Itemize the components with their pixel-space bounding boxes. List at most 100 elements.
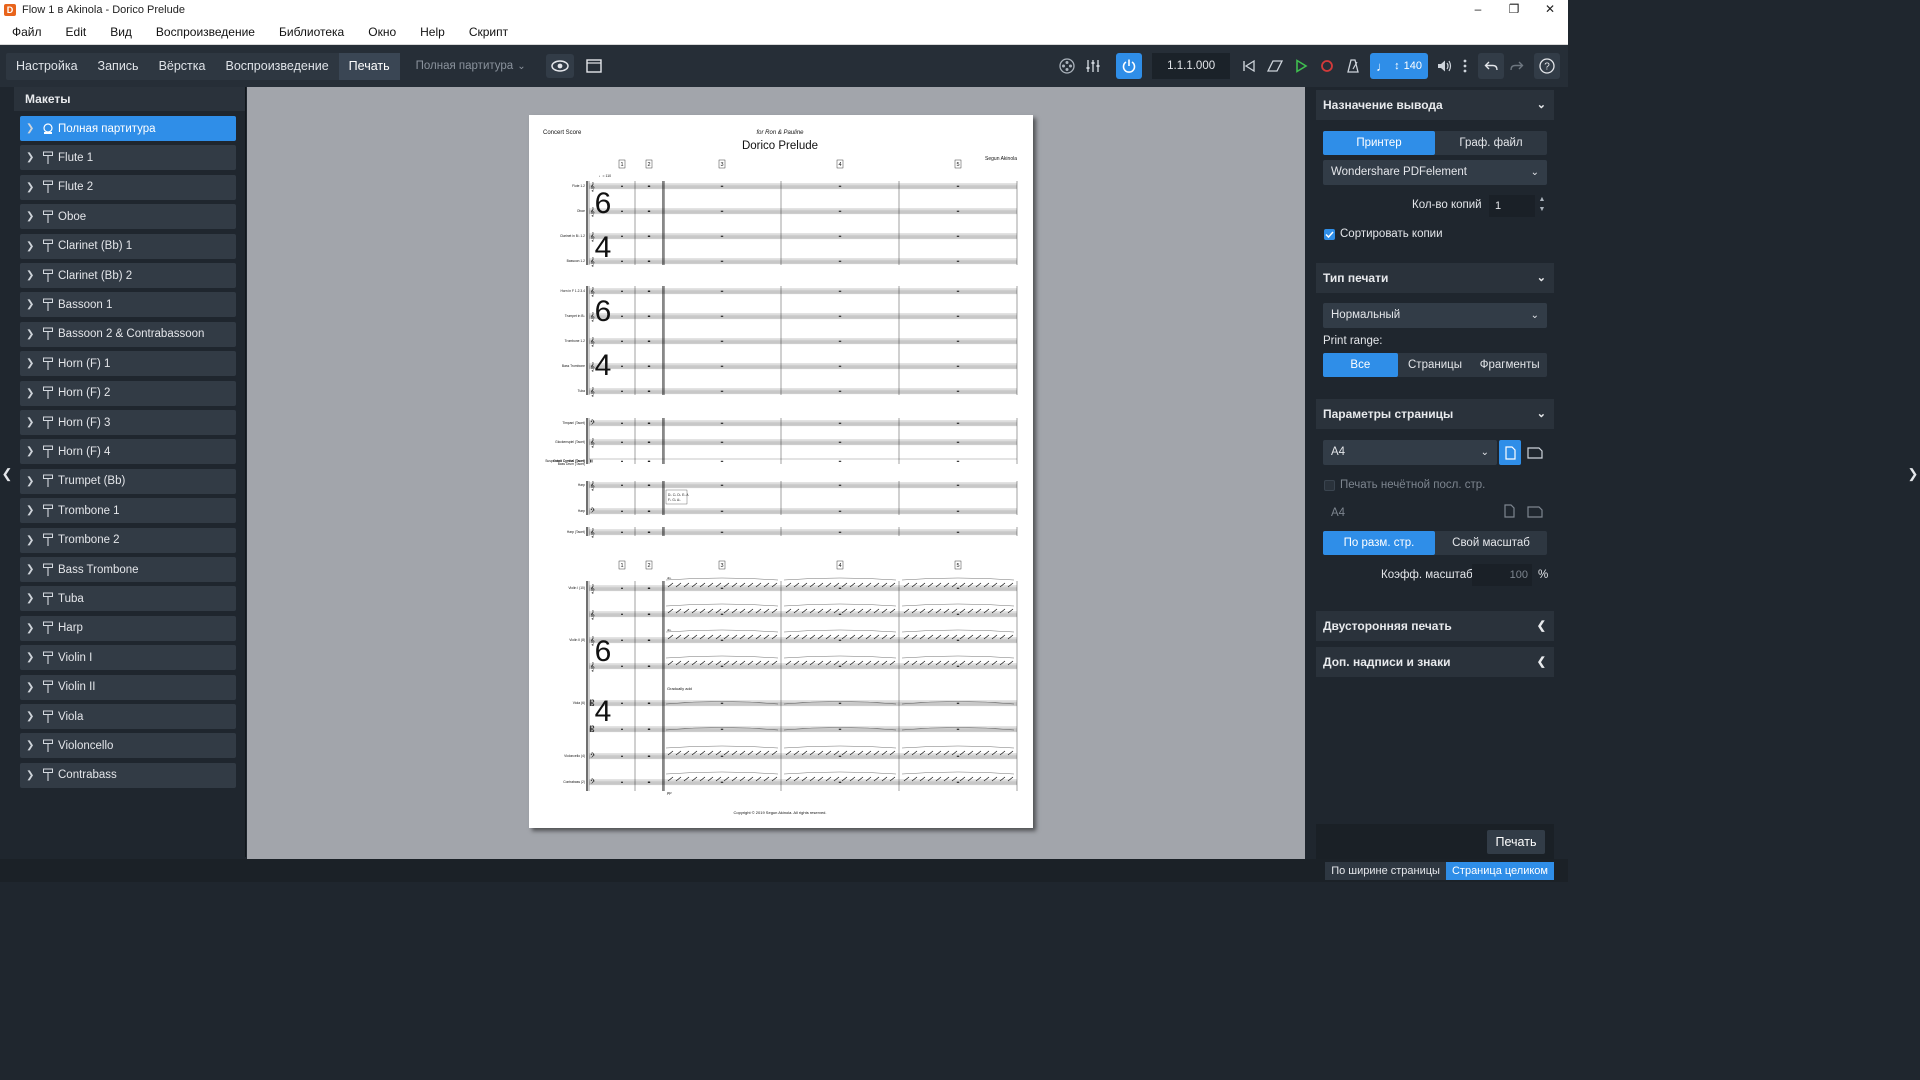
collapse-right-panel-icon[interactable]: ❯ [1906,466,1920,482]
tab-engrave[interactable]: Вёрстка [149,53,216,80]
layout-item[interactable]: ❯ Violin I [20,645,236,671]
chevron-right-icon[interactable]: ❯ [26,358,40,369]
menu-playback[interactable]: Воспроизведение [144,19,267,45]
layout-item[interactable]: ❯ Horn (F) 3 [20,410,236,435]
collapse-left-panel-icon[interactable]: ❮ [0,466,14,482]
menu-file[interactable]: Файл [0,19,54,45]
menu-view[interactable]: Вид [98,19,144,45]
chevron-right-icon[interactable]: ❯ [26,505,40,516]
menu-window[interactable]: Окно [356,19,408,45]
metronome-icon[interactable] [1340,53,1366,79]
chevron-right-icon[interactable]: ❯ [26,535,40,546]
odd-pages-checkbox[interactable] [1324,480,1335,491]
layout-selector[interactable]: Полная партитура ⌄ [416,60,526,72]
print-type-section-header[interactable]: Тип печати ⌄ [1316,263,1554,293]
more-options-icon[interactable] [1458,53,1472,79]
range-all-button[interactable]: Все [1323,353,1398,377]
graphics-file-button[interactable]: Граф. файл [1435,131,1547,155]
chevron-right-icon[interactable]: ❯ [26,388,40,399]
tempo-display[interactable]: ♩ ↕ 140 [1370,53,1428,79]
custom-scale-button[interactable]: Свой масштаб [1435,531,1547,555]
layout-item[interactable]: ❯ Harp [20,615,236,641]
layout-item[interactable]: ❯ Clarinet (Bb) 1 [20,233,236,259]
layout-item[interactable]: ❯ Horn (F) 1 [20,351,236,377]
video-reel-icon[interactable] [1054,53,1080,79]
print-button[interactable]: Печать [1487,830,1545,854]
fit-width-button[interactable]: По ширине страницы [1325,862,1446,880]
chevron-right-icon[interactable]: ❯ [26,211,40,222]
mixer-icon[interactable] [1080,53,1106,79]
print-type-select[interactable]: Нормальный ⌄ [1323,303,1547,328]
whole-page-button[interactable]: Страница целиком [1445,862,1554,880]
chevron-right-icon[interactable]: ❯ [26,623,40,634]
close-button[interactable]: ✕ [1532,0,1568,19]
chevron-right-icon[interactable]: ❯ [26,417,40,428]
copies-field[interactable]: 1 [1489,195,1535,217]
fit-to-page-button[interactable]: По разм. стр. [1323,531,1435,555]
layout-item[interactable]: ❯ Oboe [20,204,236,230]
chevron-right-icon[interactable]: ❯ [26,682,40,693]
annotations-section-header[interactable]: Доп. надписи и знаки ❮ [1316,647,1554,677]
chevron-right-icon[interactable]: ❯ [26,711,40,722]
chevron-right-icon[interactable]: ❯ [26,123,40,134]
range-pages-button[interactable]: Страницы [1398,353,1473,377]
chevron-right-icon[interactable]: ❯ [26,652,40,663]
range-fragments-button[interactable]: Фрагменты [1472,353,1547,377]
help-icon[interactable]: ? [1534,53,1560,79]
layout-item[interactable]: ❯ Tuba [20,586,236,612]
layout-item[interactable]: ❯ Clarinet (Bb) 2 [20,263,236,288]
layout-item[interactable]: ❯ Trombone 2 [20,527,236,553]
layout-item[interactable]: ❯ Bassoon 1 [20,292,236,318]
menu-script[interactable]: Скрипт [457,19,520,45]
menu-edit[interactable]: Edit [54,19,99,45]
chevron-right-icon[interactable]: ❯ [26,476,40,487]
landscape-icon[interactable] [1524,440,1546,465]
record-icon[interactable] [1314,53,1340,79]
layout-item[interactable]: ❯ Trombone 1 [20,498,236,524]
output-section-header[interactable]: Назначение вывода ⌄ [1316,90,1554,120]
tab-write[interactable]: Запись [88,53,149,80]
speaker-icon[interactable] [1432,53,1458,79]
collate-checkbox[interactable] [1324,229,1335,240]
layout-item[interactable]: ❯ Bassoon 2 & Contrabassoon [20,321,236,347]
chevron-right-icon[interactable]: ❯ [26,299,40,310]
menu-library[interactable]: Библиотека [267,19,356,45]
chevron-right-icon[interactable]: ❯ [26,740,40,751]
power-button[interactable] [1116,53,1143,79]
chevron-right-icon[interactable]: ❯ [26,182,40,193]
scale-factor-field[interactable]: 100 [1472,564,1532,586]
tab-print[interactable]: Печать [338,52,400,80]
chevron-right-icon[interactable]: ❯ [26,270,40,281]
chevron-right-icon[interactable]: ❯ [26,770,40,781]
layout-item[interactable]: ❯ Bass Trombone [20,557,236,582]
printer-button[interactable]: Принтер [1323,131,1435,155]
layout-item[interactable]: ❯ Violoncello [20,733,236,759]
chevron-right-icon[interactable]: ❯ [26,241,40,252]
layout-item[interactable]: ❯ Horn (F) 4 [20,439,236,465]
chevron-right-icon[interactable]: ❯ [26,564,40,575]
chevron-right-icon[interactable]: ❯ [26,152,40,163]
duplex-section-header[interactable]: Двусторонняя печать ❮ [1316,611,1554,641]
layout-item[interactable]: ❯ Flute 1 [20,145,236,171]
tab-setup[interactable]: Настройка [6,53,88,80]
copies-stepper[interactable]: ▲ ▼ [1537,195,1547,217]
play-icon[interactable] [1288,53,1314,79]
layout-item[interactable]: ❯ Flute 2 [20,174,236,200]
layout-item[interactable]: ❯ Viola [20,704,236,729]
layout-item[interactable]: ❯ Horn (F) 2 [20,380,236,406]
chevron-right-icon[interactable]: ❯ [26,446,40,457]
tab-play[interactable]: Воспроизведение [215,53,338,80]
menu-help[interactable]: Help [408,19,457,45]
undo-icon[interactable] [1478,53,1504,79]
page-view-icon[interactable] [580,54,608,78]
layout-item[interactable]: ❯ Trumpet (Bb) [20,468,236,494]
chevron-right-icon[interactable]: ❯ [26,593,40,604]
rewind-to-start-icon[interactable] [1236,53,1262,79]
redo-icon[interactable] [1504,53,1530,79]
printer-select[interactable]: Wondershare PDFelement ⌄ [1323,160,1547,185]
portrait-icon[interactable] [1499,440,1521,465]
minimize-button[interactable]: – [1460,0,1496,19]
chevron-right-icon[interactable]: ❯ [26,329,40,340]
layout-item[interactable]: ❯ Violin II [20,674,236,700]
loop-icon[interactable] [1262,53,1288,79]
